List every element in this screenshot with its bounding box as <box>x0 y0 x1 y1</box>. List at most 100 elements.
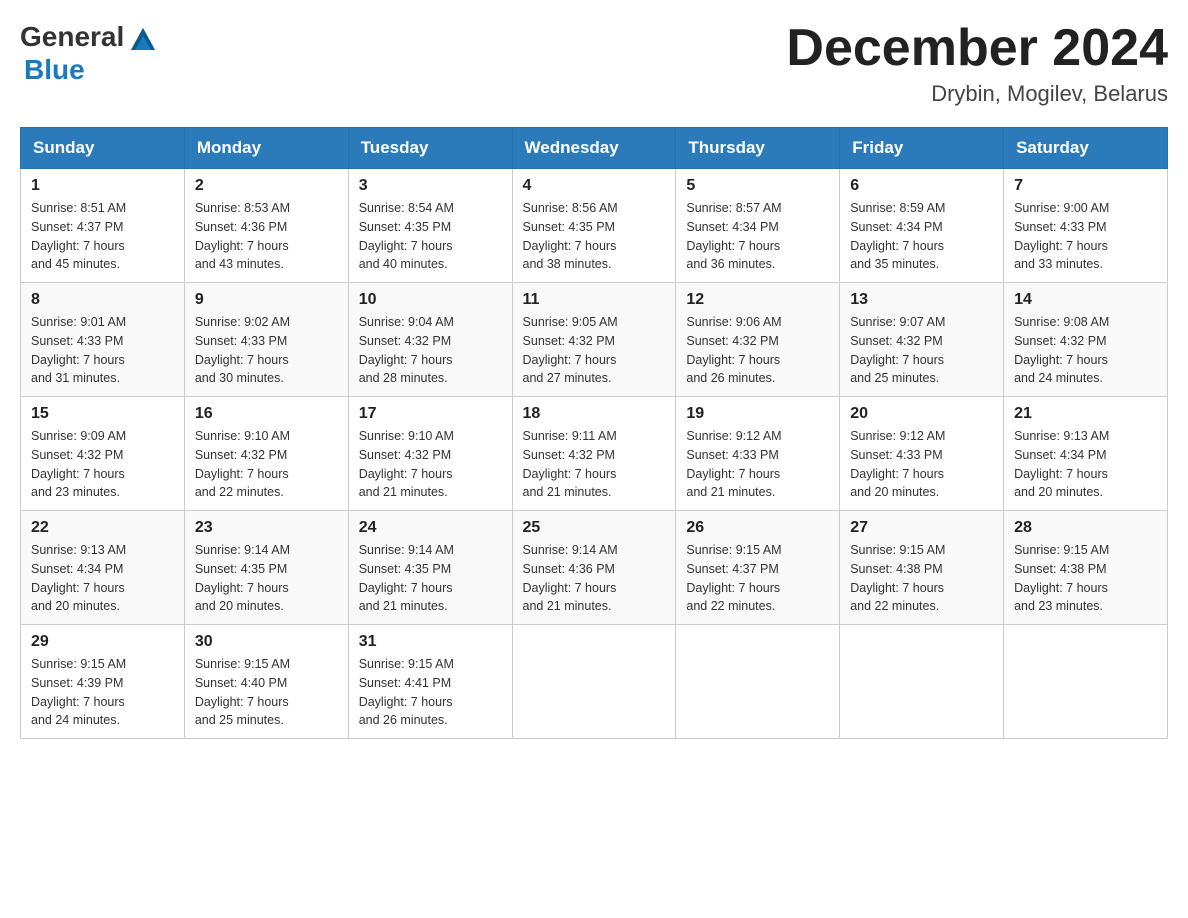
calendar-cell: 27 Sunrise: 9:15 AM Sunset: 4:38 PM Dayl… <box>840 511 1004 625</box>
calendar-cell: 23 Sunrise: 9:14 AM Sunset: 4:35 PM Dayl… <box>184 511 348 625</box>
day-info: Sunrise: 9:00 AM Sunset: 4:33 PM Dayligh… <box>1014 199 1157 274</box>
day-number: 21 <box>1014 405 1157 423</box>
calendar-cell: 15 Sunrise: 9:09 AM Sunset: 4:32 PM Dayl… <box>21 397 185 511</box>
day-info: Sunrise: 9:15 AM Sunset: 4:37 PM Dayligh… <box>686 541 829 616</box>
column-header-friday: Friday <box>840 128 1004 169</box>
calendar-week-row: 1 Sunrise: 8:51 AM Sunset: 4:37 PM Dayli… <box>21 169 1168 283</box>
day-info: Sunrise: 9:15 AM Sunset: 4:41 PM Dayligh… <box>359 655 502 730</box>
column-header-monday: Monday <box>184 128 348 169</box>
day-info: Sunrise: 9:13 AM Sunset: 4:34 PM Dayligh… <box>1014 427 1157 502</box>
calendar-cell: 19 Sunrise: 9:12 AM Sunset: 4:33 PM Dayl… <box>676 397 840 511</box>
day-info: Sunrise: 9:15 AM Sunset: 4:40 PM Dayligh… <box>195 655 338 730</box>
day-number: 5 <box>686 177 829 195</box>
calendar-cell: 4 Sunrise: 8:56 AM Sunset: 4:35 PM Dayli… <box>512 169 676 283</box>
calendar-cell: 17 Sunrise: 9:10 AM Sunset: 4:32 PM Dayl… <box>348 397 512 511</box>
day-number: 11 <box>523 291 666 309</box>
day-info: Sunrise: 9:11 AM Sunset: 4:32 PM Dayligh… <box>523 427 666 502</box>
calendar-cell: 30 Sunrise: 9:15 AM Sunset: 4:40 PM Dayl… <box>184 625 348 739</box>
day-info: Sunrise: 8:54 AM Sunset: 4:35 PM Dayligh… <box>359 199 502 274</box>
calendar-cell: 24 Sunrise: 9:14 AM Sunset: 4:35 PM Dayl… <box>348 511 512 625</box>
day-number: 31 <box>359 633 502 651</box>
column-header-tuesday: Tuesday <box>348 128 512 169</box>
calendar-week-row: 8 Sunrise: 9:01 AM Sunset: 4:33 PM Dayli… <box>21 283 1168 397</box>
day-number: 26 <box>686 519 829 537</box>
page-header: General Blue December 2024 Drybin, Mogil… <box>20 20 1168 107</box>
day-number: 15 <box>31 405 174 423</box>
calendar-cell: 31 Sunrise: 9:15 AM Sunset: 4:41 PM Dayl… <box>348 625 512 739</box>
calendar-cell: 13 Sunrise: 9:07 AM Sunset: 4:32 PM Dayl… <box>840 283 1004 397</box>
day-number: 1 <box>31 177 174 195</box>
column-header-saturday: Saturday <box>1004 128 1168 169</box>
calendar-cell: 10 Sunrise: 9:04 AM Sunset: 4:32 PM Dayl… <box>348 283 512 397</box>
day-number: 2 <box>195 177 338 195</box>
day-info: Sunrise: 8:53 AM Sunset: 4:36 PM Dayligh… <box>195 199 338 274</box>
day-info: Sunrise: 9:01 AM Sunset: 4:33 PM Dayligh… <box>31 313 174 388</box>
day-number: 18 <box>523 405 666 423</box>
day-info: Sunrise: 9:09 AM Sunset: 4:32 PM Dayligh… <box>31 427 174 502</box>
calendar-cell: 3 Sunrise: 8:54 AM Sunset: 4:35 PM Dayli… <box>348 169 512 283</box>
day-number: 30 <box>195 633 338 651</box>
day-info: Sunrise: 8:56 AM Sunset: 4:35 PM Dayligh… <box>523 199 666 274</box>
day-number: 7 <box>1014 177 1157 195</box>
day-number: 24 <box>359 519 502 537</box>
calendar-cell: 18 Sunrise: 9:11 AM Sunset: 4:32 PM Dayl… <box>512 397 676 511</box>
calendar-cell: 20 Sunrise: 9:12 AM Sunset: 4:33 PM Dayl… <box>840 397 1004 511</box>
day-info: Sunrise: 9:04 AM Sunset: 4:32 PM Dayligh… <box>359 313 502 388</box>
calendar-table: SundayMondayTuesdayWednesdayThursdayFrid… <box>20 127 1168 739</box>
calendar-cell: 25 Sunrise: 9:14 AM Sunset: 4:36 PM Dayl… <box>512 511 676 625</box>
day-number: 12 <box>686 291 829 309</box>
calendar-cell <box>840 625 1004 739</box>
day-number: 22 <box>31 519 174 537</box>
calendar-cell: 8 Sunrise: 9:01 AM Sunset: 4:33 PM Dayli… <box>21 283 185 397</box>
day-number: 10 <box>359 291 502 309</box>
day-number: 23 <box>195 519 338 537</box>
column-header-sunday: Sunday <box>21 128 185 169</box>
calendar-cell: 5 Sunrise: 8:57 AM Sunset: 4:34 PM Dayli… <box>676 169 840 283</box>
day-info: Sunrise: 9:02 AM Sunset: 4:33 PM Dayligh… <box>195 313 338 388</box>
column-header-wednesday: Wednesday <box>512 128 676 169</box>
day-info: Sunrise: 8:59 AM Sunset: 4:34 PM Dayligh… <box>850 199 993 274</box>
day-number: 20 <box>850 405 993 423</box>
calendar-cell: 7 Sunrise: 9:00 AM Sunset: 4:33 PM Dayli… <box>1004 169 1168 283</box>
calendar-week-row: 29 Sunrise: 9:15 AM Sunset: 4:39 PM Dayl… <box>21 625 1168 739</box>
day-number: 14 <box>1014 291 1157 309</box>
day-info: Sunrise: 9:12 AM Sunset: 4:33 PM Dayligh… <box>850 427 993 502</box>
calendar-cell: 2 Sunrise: 8:53 AM Sunset: 4:36 PM Dayli… <box>184 169 348 283</box>
day-info: Sunrise: 8:57 AM Sunset: 4:34 PM Dayligh… <box>686 199 829 274</box>
day-number: 29 <box>31 633 174 651</box>
calendar-cell: 29 Sunrise: 9:15 AM Sunset: 4:39 PM Dayl… <box>21 625 185 739</box>
day-info: Sunrise: 9:13 AM Sunset: 4:34 PM Dayligh… <box>31 541 174 616</box>
day-info: Sunrise: 9:15 AM Sunset: 4:38 PM Dayligh… <box>1014 541 1157 616</box>
calendar-cell <box>676 625 840 739</box>
day-number: 27 <box>850 519 993 537</box>
day-info: Sunrise: 9:10 AM Sunset: 4:32 PM Dayligh… <box>359 427 502 502</box>
calendar-cell: 26 Sunrise: 9:15 AM Sunset: 4:37 PM Dayl… <box>676 511 840 625</box>
day-info: Sunrise: 9:05 AM Sunset: 4:32 PM Dayligh… <box>523 313 666 388</box>
logo-general-text: General <box>20 21 124 53</box>
calendar-cell: 11 Sunrise: 9:05 AM Sunset: 4:32 PM Dayl… <box>512 283 676 397</box>
logo-blue-text: Blue <box>24 54 85 86</box>
day-number: 8 <box>31 291 174 309</box>
day-info: Sunrise: 9:14 AM Sunset: 4:35 PM Dayligh… <box>359 541 502 616</box>
calendar-cell: 12 Sunrise: 9:06 AM Sunset: 4:32 PM Dayl… <box>676 283 840 397</box>
day-info: Sunrise: 9:10 AM Sunset: 4:32 PM Dayligh… <box>195 427 338 502</box>
calendar-cell: 1 Sunrise: 8:51 AM Sunset: 4:37 PM Dayli… <box>21 169 185 283</box>
calendar-cell: 14 Sunrise: 9:08 AM Sunset: 4:32 PM Dayl… <box>1004 283 1168 397</box>
day-info: Sunrise: 9:06 AM Sunset: 4:32 PM Dayligh… <box>686 313 829 388</box>
title-section: December 2024 Drybin, Mogilev, Belarus <box>786 20 1168 107</box>
column-header-thursday: Thursday <box>676 128 840 169</box>
calendar-header-row: SundayMondayTuesdayWednesdayThursdayFrid… <box>21 128 1168 169</box>
day-number: 25 <box>523 519 666 537</box>
day-info: Sunrise: 9:15 AM Sunset: 4:39 PM Dayligh… <box>31 655 174 730</box>
day-info: Sunrise: 9:08 AM Sunset: 4:32 PM Dayligh… <box>1014 313 1157 388</box>
calendar-cell: 28 Sunrise: 9:15 AM Sunset: 4:38 PM Dayl… <box>1004 511 1168 625</box>
calendar-cell: 9 Sunrise: 9:02 AM Sunset: 4:33 PM Dayli… <box>184 283 348 397</box>
day-number: 13 <box>850 291 993 309</box>
day-info: Sunrise: 9:12 AM Sunset: 4:33 PM Dayligh… <box>686 427 829 502</box>
day-info: Sunrise: 9:07 AM Sunset: 4:32 PM Dayligh… <box>850 313 993 388</box>
calendar-cell <box>512 625 676 739</box>
calendar-cell: 6 Sunrise: 8:59 AM Sunset: 4:34 PM Dayli… <box>840 169 1004 283</box>
calendar-cell: 16 Sunrise: 9:10 AM Sunset: 4:32 PM Dayl… <box>184 397 348 511</box>
day-number: 9 <box>195 291 338 309</box>
day-info: Sunrise: 9:14 AM Sunset: 4:36 PM Dayligh… <box>523 541 666 616</box>
